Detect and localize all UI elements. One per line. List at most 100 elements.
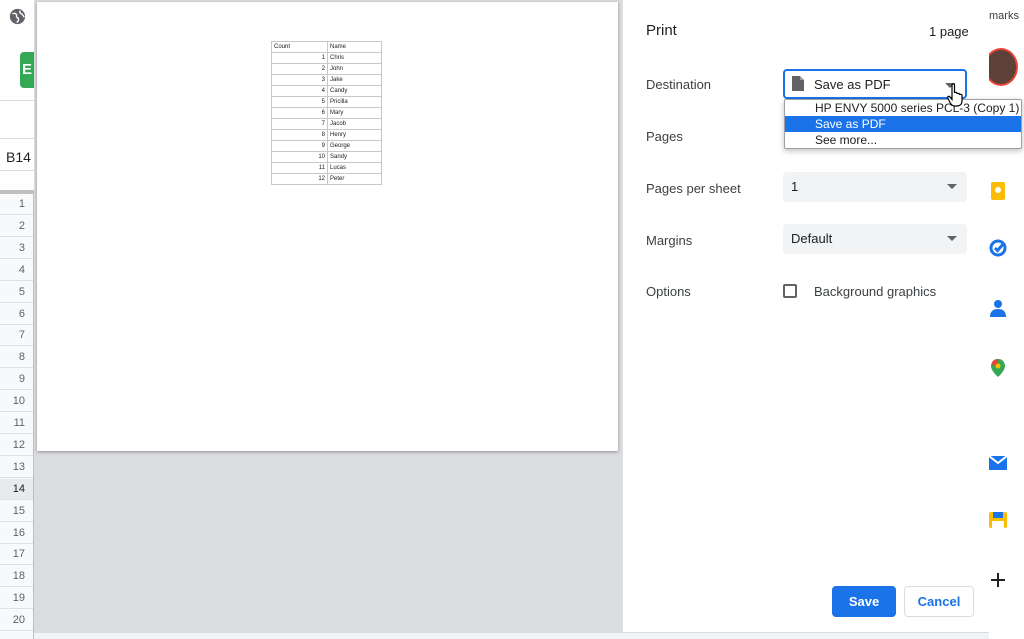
keep-icon[interactable] (988, 181, 1008, 201)
preview-row: 2 John (271, 63, 382, 75)
preview-cell: 1 (271, 52, 328, 64)
preview-cell: John (327, 63, 382, 75)
preview-cell: 6 (271, 107, 328, 119)
avatar[interactable] (984, 48, 1018, 86)
row-number[interactable]: 1 (0, 194, 33, 215)
row-number[interactable]: 2 (0, 216, 33, 237)
preview-cell: 9 (271, 140, 328, 152)
row-number[interactable]: 7 (0, 325, 33, 347)
preview-row: 10 Sandy (271, 151, 382, 163)
bookmarks-label[interactable]: marks (989, 10, 1019, 22)
dropdown-option-printer[interactable]: HP ENVY 5000 series PCL-3 (Copy 1) (785, 100, 1021, 116)
sheets-logo[interactable]: E (20, 52, 34, 88)
preview-row: 5 Pricilla (271, 96, 382, 108)
preview-cell: 4 (271, 85, 328, 97)
formula-bar-divider (0, 138, 34, 139)
sheet-bottom-bar (34, 632, 1024, 639)
margins-select[interactable]: Default (783, 224, 967, 254)
preview-header-row: Count Name (271, 41, 382, 53)
document-icon (792, 76, 804, 91)
preview-cell: Pricilla (327, 96, 382, 108)
background-graphics-label[interactable]: Background graphics (814, 284, 936, 299)
preview-cell: 12 (271, 173, 328, 185)
preview-row: 12 Peter (271, 173, 382, 185)
preview-cell: 8 (271, 129, 328, 141)
preview-cell: 10 (271, 151, 328, 163)
row-number[interactable]: 12 (0, 435, 33, 456)
maps-icon[interactable] (988, 358, 1008, 378)
print-preview-page: Count Name 1 Chris 2 John 3 Jake 4 Candy 5 Pricilla… (37, 2, 618, 451)
preview-row: 1 Chris (271, 52, 382, 64)
chevron-down-icon (947, 236, 957, 241)
email-addon-icon[interactable] (988, 452, 1008, 472)
row-number[interactable]: 6 (0, 304, 33, 325)
options-label: Options (646, 284, 691, 299)
preview-cell: Sandy (327, 151, 382, 163)
preview-cell: 11 (271, 162, 328, 174)
row-number[interactable]: 3 (0, 238, 33, 259)
destination-value: Save as PDF (814, 77, 891, 92)
save-button[interactable]: Save (832, 586, 896, 617)
preview-cell: Mary (327, 107, 382, 119)
preview-row: 9 George (271, 140, 382, 152)
contacts-icon[interactable] (988, 298, 1008, 318)
preview-row: 7 Jacob (271, 118, 382, 130)
preview-cell: Jacob (327, 118, 382, 130)
row-number[interactable]: 20 (0, 610, 33, 632)
row-number[interactable]: 14 (0, 478, 33, 500)
dropdown-option-save-pdf[interactable]: Save as PDF (785, 116, 1021, 132)
preview-header-cell: Count (271, 41, 328, 53)
row-number[interactable]: 9 (0, 369, 33, 391)
pages-label: Pages (646, 129, 683, 144)
preview-cell: 2 (271, 63, 328, 75)
preview-cell: 7 (271, 118, 328, 130)
save-addon-icon[interactable] (988, 510, 1008, 530)
dropdown-option-see-more[interactable]: See more... (785, 132, 1021, 148)
preview-row: 3 Jake (271, 74, 382, 86)
preview-cell: George (327, 140, 382, 152)
preview-cell: Peter (327, 173, 382, 185)
row-number[interactable]: 15 (0, 501, 33, 522)
pages-per-sheet-label: Pages per sheet (646, 181, 741, 196)
preview-table: Count Name 1 Chris 2 John 3 Jake 4 Candy 5 Pricilla… (271, 41, 382, 185)
cancel-button[interactable]: Cancel (904, 586, 974, 617)
row-number[interactable]: 19 (0, 588, 33, 610)
page-count: 1 page (929, 24, 969, 39)
chevron-down-icon (947, 184, 957, 189)
grid-top-divider (0, 170, 34, 171)
row-header-column: 1 2 3 4 5 6 7 8 9 10 11 12 13 14 15 16 17 18 19 20 (0, 190, 34, 639)
pages-per-sheet-value: 1 (791, 179, 799, 194)
pages-per-sheet-select[interactable]: 1 (783, 172, 967, 202)
row-number[interactable]: 8 (0, 347, 33, 369)
row-number[interactable]: 16 (0, 523, 33, 544)
row-number[interactable]: 13 (0, 457, 33, 478)
row-number[interactable]: 17 (0, 544, 33, 566)
row-number[interactable]: 10 (0, 391, 33, 413)
destination-label: Destination (646, 77, 712, 92)
preview-cell: 3 (271, 74, 328, 86)
preview-row: 4 Candy (271, 85, 382, 97)
preview-row: 8 Henry (271, 129, 382, 141)
print-title: Print (646, 22, 677, 39)
preview-cell: Henry (327, 129, 382, 141)
preview-cell: Jake (327, 74, 382, 86)
side-panel (989, 0, 1024, 639)
hand-cursor-icon (947, 83, 963, 107)
row-number[interactable]: 18 (0, 566, 33, 588)
name-box[interactable]: B14 (6, 149, 31, 165)
toolbar-divider (0, 100, 34, 101)
destination-dropdown: HP ENVY 5000 series PCL-3 (Copy 1) Save … (784, 99, 1022, 149)
preview-cell: Lucas (327, 162, 382, 174)
row-number[interactable]: 5 (0, 282, 33, 303)
row-number[interactable]: 11 (0, 413, 33, 434)
preview-row: 6 Mary (271, 107, 382, 119)
preview-cell: 5 (271, 96, 328, 108)
preview-cell: Chris (327, 52, 382, 64)
row-number[interactable]: 4 (0, 260, 33, 281)
background-graphics-checkbox[interactable] (783, 284, 797, 298)
globe-icon[interactable] (9, 8, 26, 25)
tasks-icon[interactable] (988, 238, 1008, 258)
margins-value: Default (791, 231, 833, 246)
add-icon[interactable] (988, 570, 1008, 590)
destination-select[interactable]: Save as PDF (783, 69, 967, 99)
